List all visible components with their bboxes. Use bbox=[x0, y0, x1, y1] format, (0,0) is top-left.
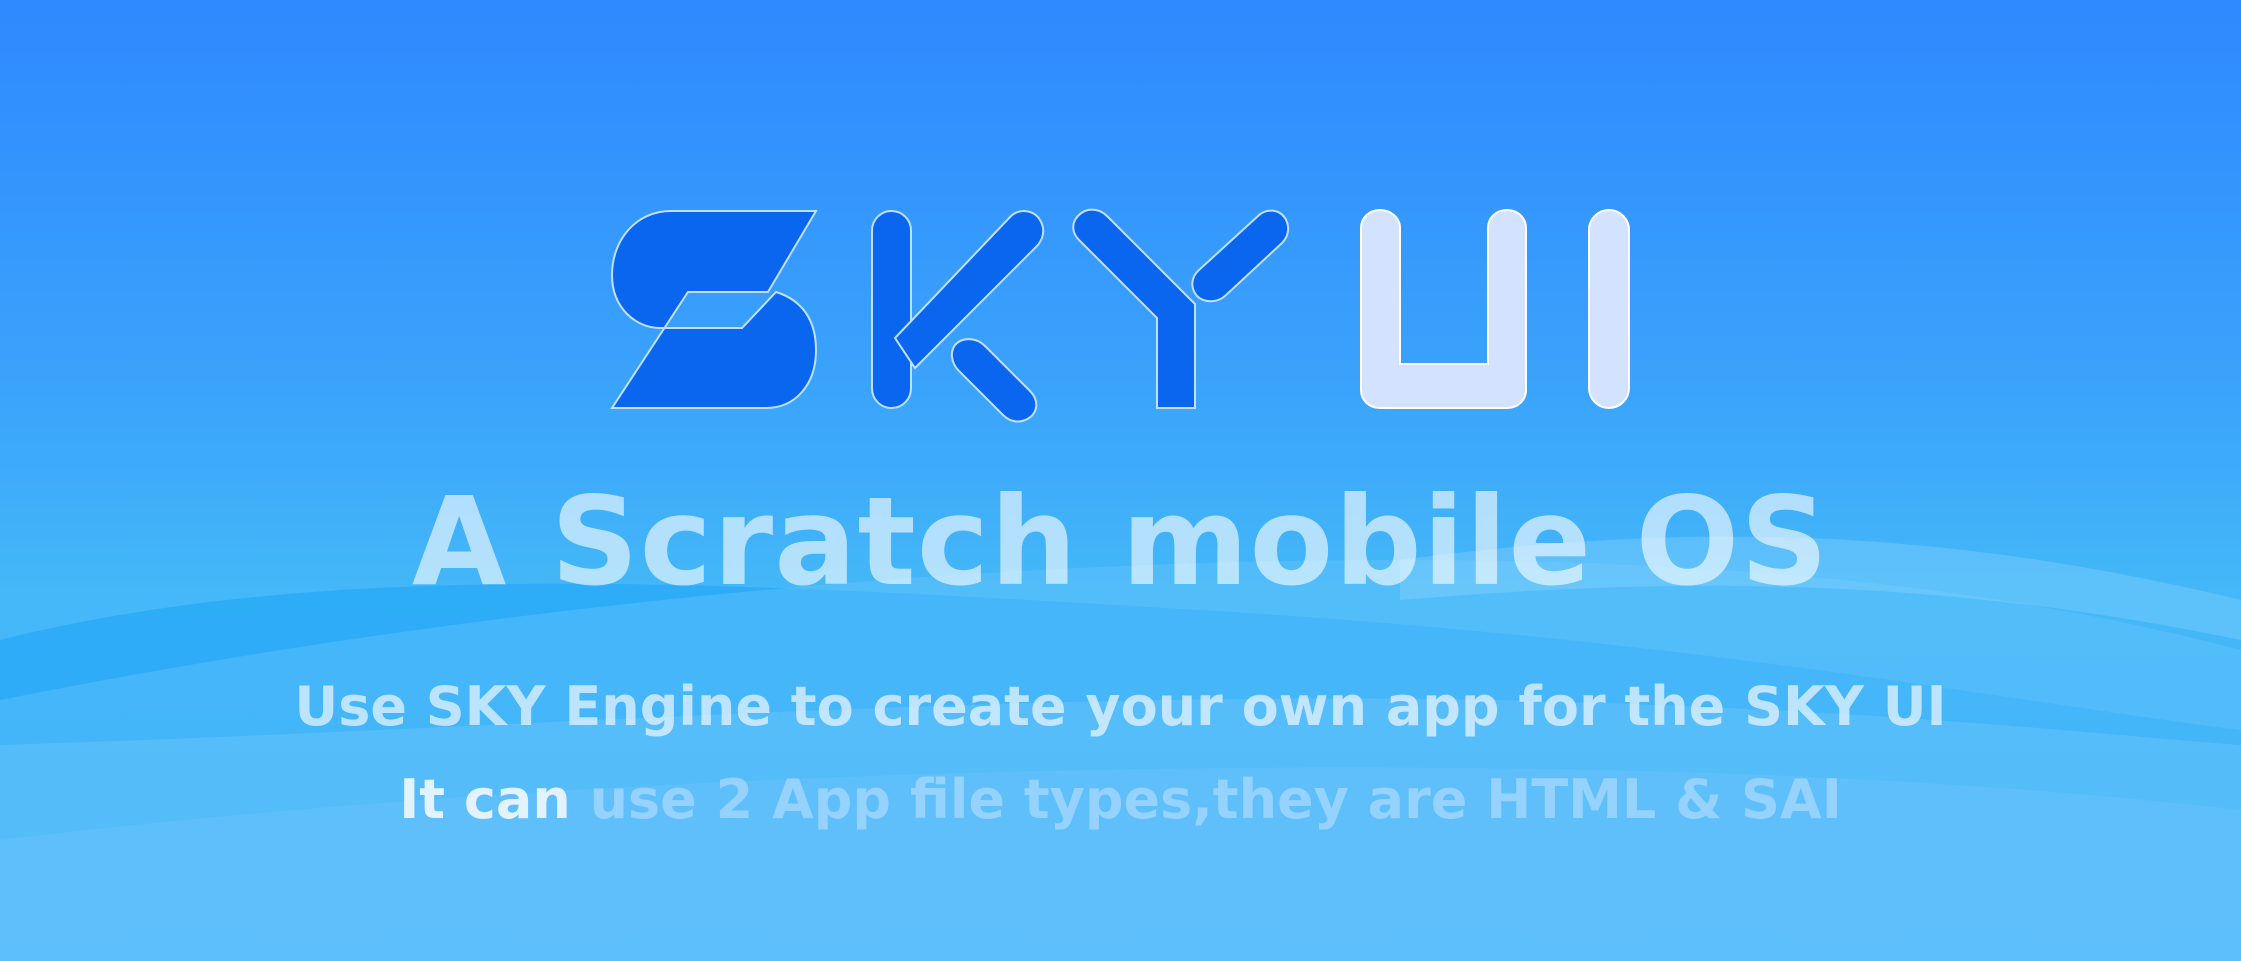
logo-letter-k-leg bbox=[950, 338, 1038, 423]
logo-letter-y-left bbox=[1072, 208, 1196, 409]
description-line-2-lead: It can bbox=[399, 768, 590, 831]
description-line-2: It can use 2 App file types,they are HTM… bbox=[0, 765, 2241, 835]
logo-letter-i bbox=[1588, 209, 1630, 409]
logo-letter-s bbox=[610, 210, 818, 409]
logo-ui-word bbox=[1360, 208, 1630, 409]
logo-sky-word bbox=[610, 208, 1290, 423]
logo-letter-k-stem bbox=[871, 210, 912, 409]
logo-letter-u bbox=[1360, 208, 1527, 409]
description-line-2-rest: use 2 App file types,they are HTML & SAI bbox=[589, 768, 1842, 831]
logo-letter-y-right bbox=[1191, 209, 1290, 303]
description-line-1: Use SKY Engine to create your own app fo… bbox=[294, 675, 1947, 738]
headline: A Scratch mobile OS bbox=[411, 471, 1830, 613]
